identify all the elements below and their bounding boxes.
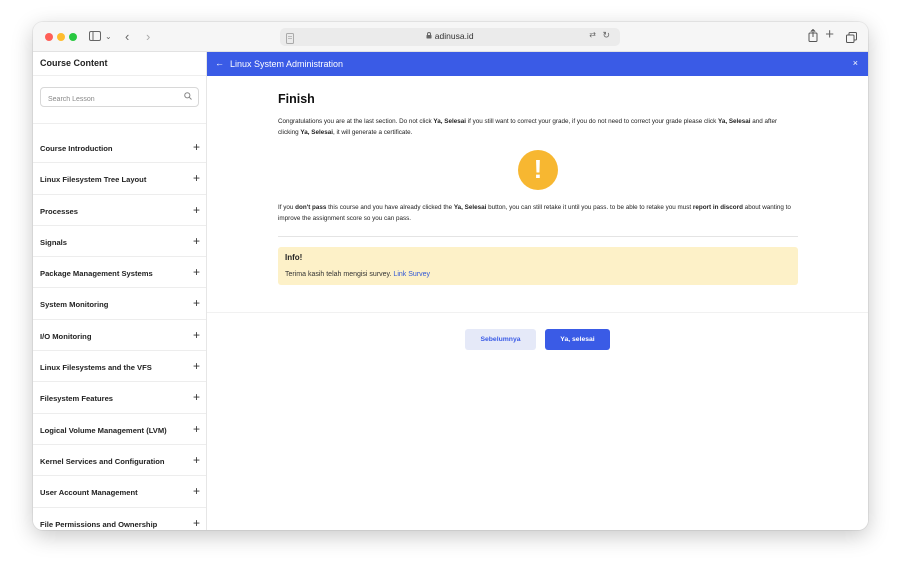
text-fragment: , it will generate a certificate. (332, 129, 413, 136)
section-label: Signals (40, 237, 68, 247)
congratulations-paragraph: Congratulations you are at the last sect… (278, 116, 798, 138)
zoom-window-button[interactable] (69, 33, 77, 41)
bold-text: Ya, Selesai (717, 118, 751, 125)
section-label: Logical Volume Management (LVM) (40, 425, 167, 435)
section-item-user-accounts[interactable]: User Account Management + (33, 476, 206, 508)
section-item-file-permissions[interactable]: File Permissions and Ownership + (33, 508, 206, 530)
finish-button[interactable]: Ya, selesai (545, 329, 610, 350)
info-alert: Info! Terima kasih telah mengisi survey.… (278, 247, 798, 285)
course-header-bar: ← Linux System Administration × (207, 52, 868, 76)
search-box (40, 87, 199, 109)
bold-text: Ya, Selesai (300, 129, 333, 136)
expand-plus-icon[interactable]: + (193, 485, 200, 497)
expand-plus-icon[interactable]: + (193, 297, 200, 309)
section-label: Filesystem Features (40, 394, 114, 404)
section-item-filesystems-vfs[interactable]: Linux Filesystems and the VFS + (33, 351, 206, 383)
warning-icon: ! (518, 150, 558, 190)
section-item-lvm[interactable]: Logical Volume Management (LVM) + (33, 414, 206, 445)
section-item-filesystem-features[interactable]: Filesystem Features + (33, 382, 206, 414)
chevron-down-icon[interactable]: ⌄ (105, 28, 112, 46)
retake-paragraph: If you don't pass this course and you ha… (278, 202, 798, 224)
expand-plus-icon[interactable]: + (193, 172, 200, 184)
section-item-kernel-services[interactable]: Kernel Services and Configuration + (33, 445, 206, 477)
lesson-content: Finish Congratulations you are at the la… (278, 92, 798, 285)
browser-toolbar: ⌄ ‹ › adinusa.id ⇄ ↻ + (33, 22, 868, 52)
section-label: I/O Monitoring (40, 331, 92, 341)
expand-plus-icon[interactable]: + (193, 141, 200, 153)
sidebar-title: Course Content (33, 52, 206, 76)
section-label: Package Management Systems (40, 269, 153, 279)
back-nav-icon[interactable]: ‹ (125, 28, 129, 46)
warning-glyph: ! (533, 154, 543, 184)
section-item-package-management[interactable]: Package Management Systems + (33, 257, 206, 289)
info-message: Terima kasih telah mengisi survey. (285, 271, 394, 278)
forward-nav-icon[interactable]: › (146, 28, 150, 46)
section-label: Course Introduction (40, 144, 113, 153)
expand-plus-icon[interactable]: + (193, 204, 200, 216)
bold-text: report in discord (692, 204, 743, 211)
search-container (33, 76, 206, 124)
section-list: Course Introduction + Linux Filesystem Tr… (33, 132, 206, 530)
translate-icon[interactable]: ⇄ (589, 30, 596, 39)
expand-plus-icon[interactable]: + (193, 235, 200, 247)
page-title: Finish (278, 92, 315, 106)
section-item-system-monitoring[interactable]: System Monitoring + (33, 288, 206, 320)
minimize-window-button[interactable] (57, 33, 65, 41)
expand-plus-icon[interactable]: + (193, 517, 200, 529)
expand-plus-icon[interactable]: + (193, 454, 200, 466)
section-item-filesystem-tree[interactable]: Linux Filesystem Tree Layout + (33, 163, 206, 195)
close-window-button[interactable] (45, 33, 53, 41)
expand-plus-icon[interactable]: + (193, 360, 200, 372)
course-title: Linux System Administration (230, 59, 344, 69)
search-input[interactable] (41, 90, 171, 109)
close-icon[interactable]: × (853, 58, 858, 68)
section-item-processes[interactable]: Processes + (33, 195, 206, 226)
text-fragment: If you (278, 204, 296, 211)
share-icon[interactable] (808, 28, 818, 47)
address-bar[interactable]: adinusa.id ⇄ ↻ (280, 28, 620, 46)
reload-icon[interactable]: ↻ (602, 30, 610, 41)
bold-text: Ya, Selesai (453, 204, 487, 211)
section-label: Processes (40, 206, 78, 216)
browser-window: ⌄ ‹ › adinusa.id ⇄ ↻ + Course Content Se… (33, 22, 868, 530)
new-tab-icon[interactable]: + (825, 26, 834, 44)
section-label: File Permissions and Ownership (40, 519, 158, 529)
tabs-overview-icon[interactable] (846, 30, 857, 48)
previous-button[interactable]: Sebelumnya (465, 329, 536, 350)
section-label: Linux Filesystems and the VFS (40, 363, 152, 373)
text-fragment: button, you can still retake it until yo… (486, 204, 693, 211)
footer-divider (207, 312, 868, 313)
expand-plus-icon[interactable]: + (193, 329, 200, 341)
url-label: adinusa.id (434, 31, 474, 41)
back-arrow-icon[interactable]: ← (215, 58, 224, 68)
text-fragment: this course and you have already clicked… (326, 204, 454, 211)
section-item-signals[interactable]: Signals + (33, 226, 206, 258)
info-text: Terima kasih telah mengisi survey. Link … (285, 271, 791, 278)
expand-plus-icon[interactable]: + (193, 423, 200, 435)
section-label: Linux Filesystem Tree Layout (40, 175, 147, 185)
main-panel: ← Linux System Administration × Finish C… (207, 52, 868, 530)
lock-icon (426, 31, 434, 41)
url-text: adinusa.id (280, 31, 620, 41)
course-sidebar: Course Content Course Introduction + Linu… (33, 52, 207, 530)
bold-text: Ya, Selesai (433, 118, 466, 125)
survey-link[interactable]: Link Survey (393, 271, 430, 278)
expand-plus-icon[interactable]: + (193, 391, 200, 403)
text-fragment: Congratulations you are at the last sect… (278, 118, 434, 125)
section-item-course-introduction[interactable]: Course Introduction + (33, 132, 206, 164)
info-title: Info! (285, 253, 303, 262)
bold-text: don't pass (295, 204, 327, 211)
section-item-io-monitoring[interactable]: I/O Monitoring + (33, 320, 206, 352)
section-label: Kernel Services and Configuration (40, 456, 165, 466)
section-label: User Account Management (40, 488, 138, 498)
divider (278, 236, 798, 237)
text-fragment: if you still want to correct your grade,… (465, 118, 718, 125)
expand-plus-icon[interactable]: + (193, 266, 200, 278)
search-icon[interactable] (184, 92, 192, 102)
sidebar-toggle-icon[interactable] (89, 28, 101, 46)
section-label: System Monitoring (40, 300, 109, 310)
